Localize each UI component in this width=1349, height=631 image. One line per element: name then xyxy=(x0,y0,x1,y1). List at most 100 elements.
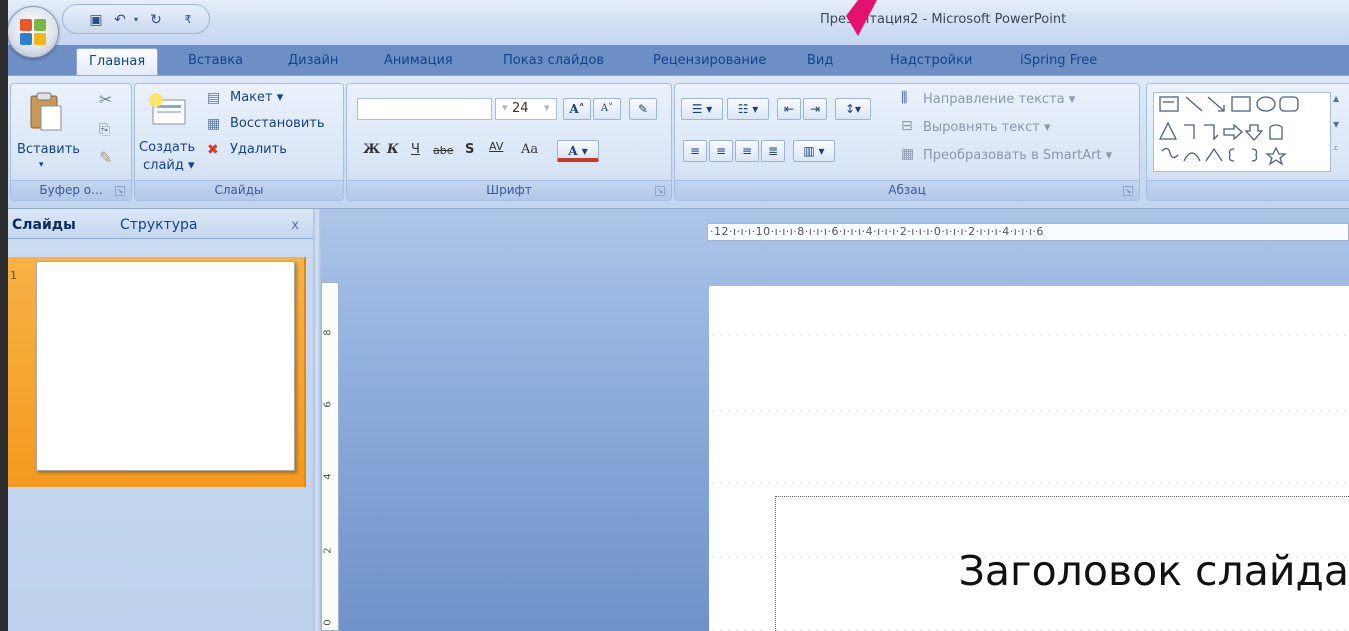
paste-icon[interactable] xyxy=(29,92,63,132)
tab-slides[interactable]: Слайды xyxy=(12,217,76,233)
tab-design[interactable]: Дизайн xyxy=(288,53,338,75)
align-left-icon[interactable]: ≡ xyxy=(683,140,707,162)
undo-dropdown-icon[interactable]: ▾ xyxy=(127,11,145,29)
decrease-indent-icon[interactable]: ⇤ xyxy=(777,98,801,120)
shapes-gallery-icons[interactable] xyxy=(1154,93,1332,173)
slide-thumbnail-list[interactable]: 1 xyxy=(0,239,313,631)
font-group-name: Шрифт xyxy=(486,183,532,197)
redo-icon[interactable]: ↻ xyxy=(147,11,165,29)
paste-dropdown-icon[interactable]: ▾ xyxy=(39,160,44,170)
save-icon[interactable]: ▣ xyxy=(87,11,105,29)
tab-outline[interactable]: Структура xyxy=(120,217,197,233)
pane-splitter[interactable] xyxy=(313,209,321,631)
smartart-icon[interactable]: ▦ xyxy=(901,146,914,162)
tab-home[interactable]: Главная xyxy=(76,48,159,75)
bold-button[interactable]: Ж xyxy=(363,142,380,157)
clipboard-group-label: Буфер о... xyxy=(11,180,131,200)
slide-thumbnail[interactable] xyxy=(36,261,295,471)
slides-group-label: Слайды xyxy=(135,180,343,200)
new-slide-icon[interactable] xyxy=(147,92,187,126)
font-name-combo[interactable] xyxy=(357,98,492,120)
font-color-glyph[interactable]: A xyxy=(568,144,577,158)
char-spacing-button[interactable]: AV xyxy=(489,140,503,153)
paragraph-launcher-icon[interactable]: ↘ xyxy=(1123,186,1133,196)
font-color-button[interactable]: A ▾ xyxy=(557,140,599,162)
align-right-icon[interactable]: ≡ xyxy=(735,140,759,162)
clipboard-launcher-icon[interactable]: ↘ xyxy=(115,186,125,196)
align-center-icon[interactable]: ≡ xyxy=(709,140,733,162)
clear-format-icon[interactable]: ✎ xyxy=(629,98,657,120)
tab-animation[interactable]: Анимация xyxy=(384,53,453,75)
vruler-tick-label: 8 xyxy=(322,329,334,336)
layout-button[interactable]: Макет ▾ xyxy=(230,90,283,105)
font-size-combo[interactable]: ▾ 24 ▾ xyxy=(495,98,557,120)
shrink-font-button[interactable]: A˅ xyxy=(593,98,621,120)
text-direction-button[interactable]: Направление текста ▾ xyxy=(923,92,1075,107)
tab-addins[interactable]: Надстройки xyxy=(890,53,972,75)
gallery-up-icon[interactable]: ▲ xyxy=(1333,94,1339,103)
delete-button[interactable]: Удалить xyxy=(230,142,287,157)
align-text-button[interactable]: Выровнять текст ▾ xyxy=(923,120,1051,135)
reset-button[interactable]: Восстановить xyxy=(230,116,325,131)
reset-icon[interactable]: ▦ xyxy=(207,116,220,132)
align-text-icon[interactable]: ⊟ xyxy=(901,118,913,134)
customize-qat-icon[interactable]: ₹ xyxy=(179,11,197,29)
copy-icon[interactable]: ⎘ xyxy=(99,122,110,138)
slides-pane: Слайды Структура x 1 xyxy=(0,209,313,631)
text-direction-icon[interactable]: ⫼ xyxy=(901,90,907,106)
shadow-button[interactable]: S xyxy=(465,142,474,157)
paste-label[interactable]: Вставить xyxy=(17,142,80,157)
slide-title[interactable]: Заголовок слайда xyxy=(959,547,1349,595)
slide-canvas[interactable]: Заголовок слайда xyxy=(709,286,1349,631)
cut-icon[interactable]: ✂ xyxy=(99,90,112,109)
quick-access-toolbar: ▣ ↶ ▾ ↻ ₹ xyxy=(62,4,210,34)
smartart-button[interactable]: Преобразовать в SmartArt ▾ xyxy=(923,148,1112,163)
new-slide-label-2[interactable]: слайд ▾ xyxy=(143,158,195,173)
clipboard-group-name: Буфер о... xyxy=(39,183,103,197)
line-spacing-icon[interactable]: ↕▾ xyxy=(835,98,871,120)
pane-tabs: Слайды Структура x xyxy=(0,209,313,239)
vruler-tick-label: 0 xyxy=(322,619,334,626)
office-button[interactable] xyxy=(7,6,59,58)
font-size-value[interactable]: 24 xyxy=(512,101,529,116)
smartart-label[interactable]: Преобразовать в SmartArt xyxy=(923,148,1102,163)
grow-font-button[interactable]: A˄ xyxy=(563,98,591,120)
title-placeholder[interactable]: Заголовок слайда xyxy=(775,496,1349,631)
bullets-icon[interactable]: ☰ ▾ xyxy=(681,98,723,120)
underline-button[interactable]: Ч xyxy=(411,142,420,157)
columns-icon[interactable]: ▥ ▾ xyxy=(793,140,835,162)
italic-button[interactable]: К xyxy=(387,142,399,157)
gallery-more-icon[interactable]: ⩡ xyxy=(1333,144,1338,154)
font-launcher-icon[interactable]: ↘ xyxy=(655,186,665,196)
layout-label[interactable]: Макет xyxy=(230,90,273,105)
tab-review[interactable]: Рецензирование xyxy=(653,53,766,75)
tab-ispring[interactable]: iSpring Free xyxy=(1020,53,1097,75)
shrink-font-glyph[interactable]: A xyxy=(601,103,608,114)
gallery-down-icon[interactable]: ▼ xyxy=(1333,120,1339,129)
grow-font-glyph[interactable]: A xyxy=(569,102,578,116)
numbering-icon[interactable]: ☷ ▾ xyxy=(727,98,769,120)
tab-slideshow[interactable]: Показ слайдов xyxy=(503,53,604,75)
align-text-label[interactable]: Выровнять текст xyxy=(923,120,1040,135)
vruler-tick-label: 2 xyxy=(322,547,334,554)
close-pane-icon[interactable]: x xyxy=(291,218,299,233)
layout-icon[interactable]: ▤ xyxy=(207,90,220,106)
slides-group: Создать слайд ▾ ▤ Макет ▾ ▦ Восстановить… xyxy=(134,83,344,201)
gridline xyxy=(709,410,1349,412)
text-direction-label[interactable]: Направление текста xyxy=(923,92,1065,107)
paragraph-group-label: Абзац xyxy=(675,180,1139,200)
tab-insert[interactable]: Вставка xyxy=(188,53,243,75)
increase-indent-icon[interactable]: ⇥ xyxy=(803,98,827,120)
font-name-dropdown-icon[interactable]: ▾ xyxy=(502,101,508,114)
change-case-button[interactable]: Aa xyxy=(521,142,538,157)
justify-icon[interactable]: ≣ xyxy=(761,140,785,162)
tab-view[interactable]: Вид xyxy=(807,53,833,75)
ribbon-tabs: Главная Вставка Дизайн Анимация Показ сл… xyxy=(0,45,1349,75)
strikethrough-button[interactable]: abe xyxy=(433,144,454,157)
new-slide-label[interactable]: Создать xyxy=(139,140,195,155)
font-size-dropdown-icon[interactable]: ▾ xyxy=(544,101,550,114)
new-slide-label-text[interactable]: слайд xyxy=(143,158,184,173)
delete-icon[interactable]: ✖ xyxy=(207,142,219,158)
shapes-gallery[interactable] xyxy=(1153,92,1331,172)
format-painter-icon[interactable]: ✎ xyxy=(99,148,112,167)
